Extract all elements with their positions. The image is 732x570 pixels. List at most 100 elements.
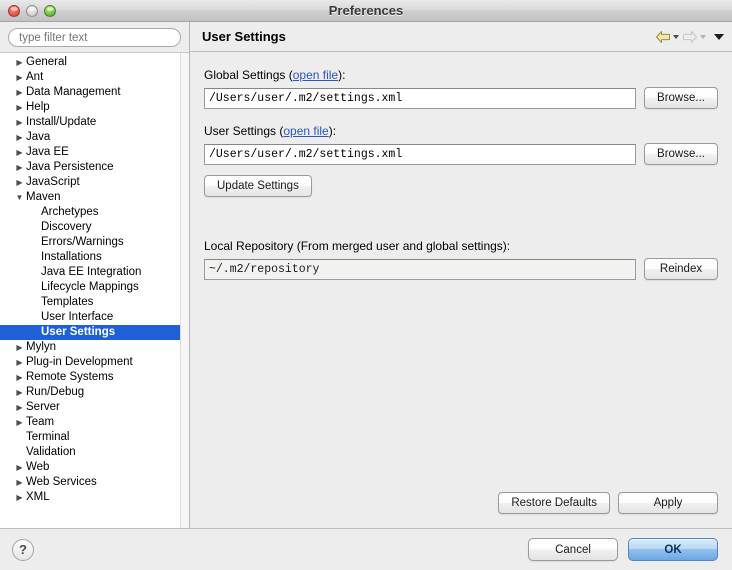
- cancel-button[interactable]: Cancel: [528, 538, 618, 561]
- sidebar-item-maven[interactable]: ▼Maven: [0, 190, 189, 205]
- sidebar-scrollbar[interactable]: [180, 53, 189, 528]
- sidebar-item-javascript[interactable]: ▶JavaScript: [0, 175, 189, 190]
- user-settings-browse-button[interactable]: Browse...: [644, 143, 718, 165]
- chevron-right-icon[interactable]: ▶: [14, 164, 25, 172]
- sidebar-item-xml[interactable]: ▶XML: [0, 490, 189, 505]
- filter-input[interactable]: [8, 28, 181, 47]
- chevron-right-icon[interactable]: ▶: [14, 89, 25, 97]
- page-menu-chevron-down-icon[interactable]: [714, 34, 724, 40]
- sidebar-item-user-settings[interactable]: User Settings: [0, 325, 189, 340]
- sidebar-item-ant[interactable]: ▶Ant: [0, 70, 189, 85]
- sidebar-item-java[interactable]: ▶Java: [0, 130, 189, 145]
- chevron-right-icon[interactable]: ▶: [14, 104, 25, 112]
- chevron-down-icon[interactable]: ▼: [14, 194, 25, 202]
- sidebar-item-label: Remote Systems: [25, 370, 114, 385]
- page-action-buttons: Restore Defaults Apply: [498, 492, 718, 514]
- user-settings-row: Browse...: [204, 143, 718, 165]
- sidebar-item-install-update[interactable]: ▶Install/Update: [0, 115, 189, 130]
- sidebar-item-label: Errors/Warnings: [40, 235, 124, 250]
- sidebar-item-data-management[interactable]: ▶Data Management: [0, 85, 189, 100]
- sidebar-item-team[interactable]: ▶Team: [0, 415, 189, 430]
- user-settings-open-file-link[interactable]: open file: [283, 124, 328, 138]
- sidebar-item-java-persistence[interactable]: ▶Java Persistence: [0, 160, 189, 175]
- user-settings-label-text: User Settings (: [204, 124, 283, 138]
- sidebar-item-installations[interactable]: Installations: [0, 250, 189, 265]
- sidebar-item-web-services[interactable]: ▶Web Services: [0, 475, 189, 490]
- global-settings-input[interactable]: [204, 88, 636, 109]
- window-body: ▶General▶Ant▶Data Management▶Help▶Instal…: [0, 22, 732, 528]
- chevron-right-icon[interactable]: ▶: [14, 134, 25, 142]
- sidebar-item-label: Install/Update: [25, 115, 96, 130]
- chevron-right-icon[interactable]: ▶: [14, 119, 25, 127]
- sidebar-item-mylyn[interactable]: ▶Mylyn: [0, 340, 189, 355]
- sidebar-item-label: Archetypes: [40, 205, 99, 220]
- global-settings-browse-button[interactable]: Browse...: [644, 87, 718, 109]
- chevron-right-icon[interactable]: ▶: [14, 149, 25, 157]
- chevron-right-icon[interactable]: ▶: [14, 404, 25, 412]
- page-header: User Settings: [190, 22, 732, 52]
- back-button[interactable]: [655, 30, 679, 44]
- reindex-button[interactable]: Reindex: [644, 258, 718, 280]
- sidebar-item-validation[interactable]: Validation: [0, 445, 189, 460]
- restore-defaults-button[interactable]: Restore Defaults: [498, 492, 610, 514]
- question-mark-icon[interactable]: ?: [12, 539, 34, 561]
- sidebar-item-user-interface[interactable]: User Interface: [0, 310, 189, 325]
- window-titlebar: Preferences: [0, 0, 732, 22]
- zoom-button[interactable]: [44, 5, 56, 17]
- sidebar-item-discovery[interactable]: Discovery: [0, 220, 189, 235]
- sidebar-item-label: Java Persistence: [25, 160, 114, 175]
- window-title: Preferences: [0, 3, 732, 18]
- sidebar-item-errors-warnings[interactable]: Errors/Warnings: [0, 235, 189, 250]
- ok-button[interactable]: OK: [628, 538, 718, 561]
- chevron-right-icon[interactable]: ▶: [14, 74, 25, 82]
- chevron-right-icon[interactable]: ▶: [14, 344, 25, 352]
- sidebar-item-label: Validation: [25, 445, 76, 460]
- sidebar-item-label: Mylyn: [25, 340, 56, 355]
- sidebar-item-label: Terminal: [25, 430, 69, 445]
- dialog-footer: ? Cancel OK: [0, 528, 732, 570]
- global-settings-open-file-link[interactable]: open file: [293, 68, 338, 82]
- chevron-right-icon[interactable]: ▶: [14, 419, 25, 427]
- chevron-right-icon[interactable]: ▶: [14, 359, 25, 367]
- sidebar-item-server[interactable]: ▶Server: [0, 400, 189, 415]
- chevron-right-icon[interactable]: ▶: [14, 389, 25, 397]
- chevron-right-icon[interactable]: ▶: [14, 374, 25, 382]
- chevron-right-icon[interactable]: ▶: [14, 479, 25, 487]
- user-settings-label-suffix: ):: [329, 124, 336, 138]
- sidebar-item-web[interactable]: ▶Web: [0, 460, 189, 475]
- sidebar-item-label: Team: [25, 415, 54, 430]
- sidebar-item-templates[interactable]: Templates: [0, 295, 189, 310]
- filter-container: [0, 22, 189, 52]
- back-menu-chevron-down-icon[interactable]: [673, 35, 679, 39]
- sidebar-item-remote-systems[interactable]: ▶Remote Systems: [0, 370, 189, 385]
- user-settings-input[interactable]: [204, 144, 636, 165]
- page-content: Global Settings (open file): Browse... U…: [190, 52, 732, 528]
- sidebar-item-label: Help: [25, 100, 50, 115]
- chevron-right-icon[interactable]: ▶: [14, 494, 25, 502]
- update-settings-button[interactable]: Update Settings: [204, 175, 312, 197]
- preferences-tree: ▶General▶Ant▶Data Management▶Help▶Instal…: [0, 53, 189, 505]
- chevron-right-icon[interactable]: ▶: [14, 179, 25, 187]
- user-settings-label: User Settings (open file):: [204, 124, 718, 138]
- sidebar-item-java-ee-integration[interactable]: Java EE Integration: [0, 265, 189, 280]
- sidebar-item-label: Plug-in Development: [25, 355, 133, 370]
- sidebar-item-java-ee[interactable]: ▶Java EE: [0, 145, 189, 160]
- preferences-window: Preferences ▶General▶Ant▶Data Management…: [0, 0, 732, 570]
- chevron-right-icon[interactable]: ▶: [14, 464, 25, 472]
- preferences-tree-container[interactable]: ▶General▶Ant▶Data Management▶Help▶Instal…: [0, 52, 189, 528]
- minimize-button[interactable]: [26, 5, 38, 17]
- apply-button[interactable]: Apply: [618, 492, 718, 514]
- sidebar-item-label: Ant: [25, 70, 43, 85]
- global-settings-row: Browse...: [204, 87, 718, 109]
- sidebar-item-terminal[interactable]: Terminal: [0, 430, 189, 445]
- sidebar-item-label: Discovery: [40, 220, 91, 235]
- close-button[interactable]: [8, 5, 20, 17]
- sidebar-item-lifecycle-mappings[interactable]: Lifecycle Mappings: [0, 280, 189, 295]
- sidebar-item-plug-in-development[interactable]: ▶Plug-in Development: [0, 355, 189, 370]
- chevron-right-icon[interactable]: ▶: [14, 59, 25, 67]
- sidebar-item-archetypes[interactable]: Archetypes: [0, 205, 189, 220]
- sidebar-item-run-debug[interactable]: ▶Run/Debug: [0, 385, 189, 400]
- sidebar-item-help[interactable]: ▶Help: [0, 100, 189, 115]
- local-repository-input[interactable]: [204, 259, 636, 280]
- sidebar-item-general[interactable]: ▶General: [0, 55, 189, 70]
